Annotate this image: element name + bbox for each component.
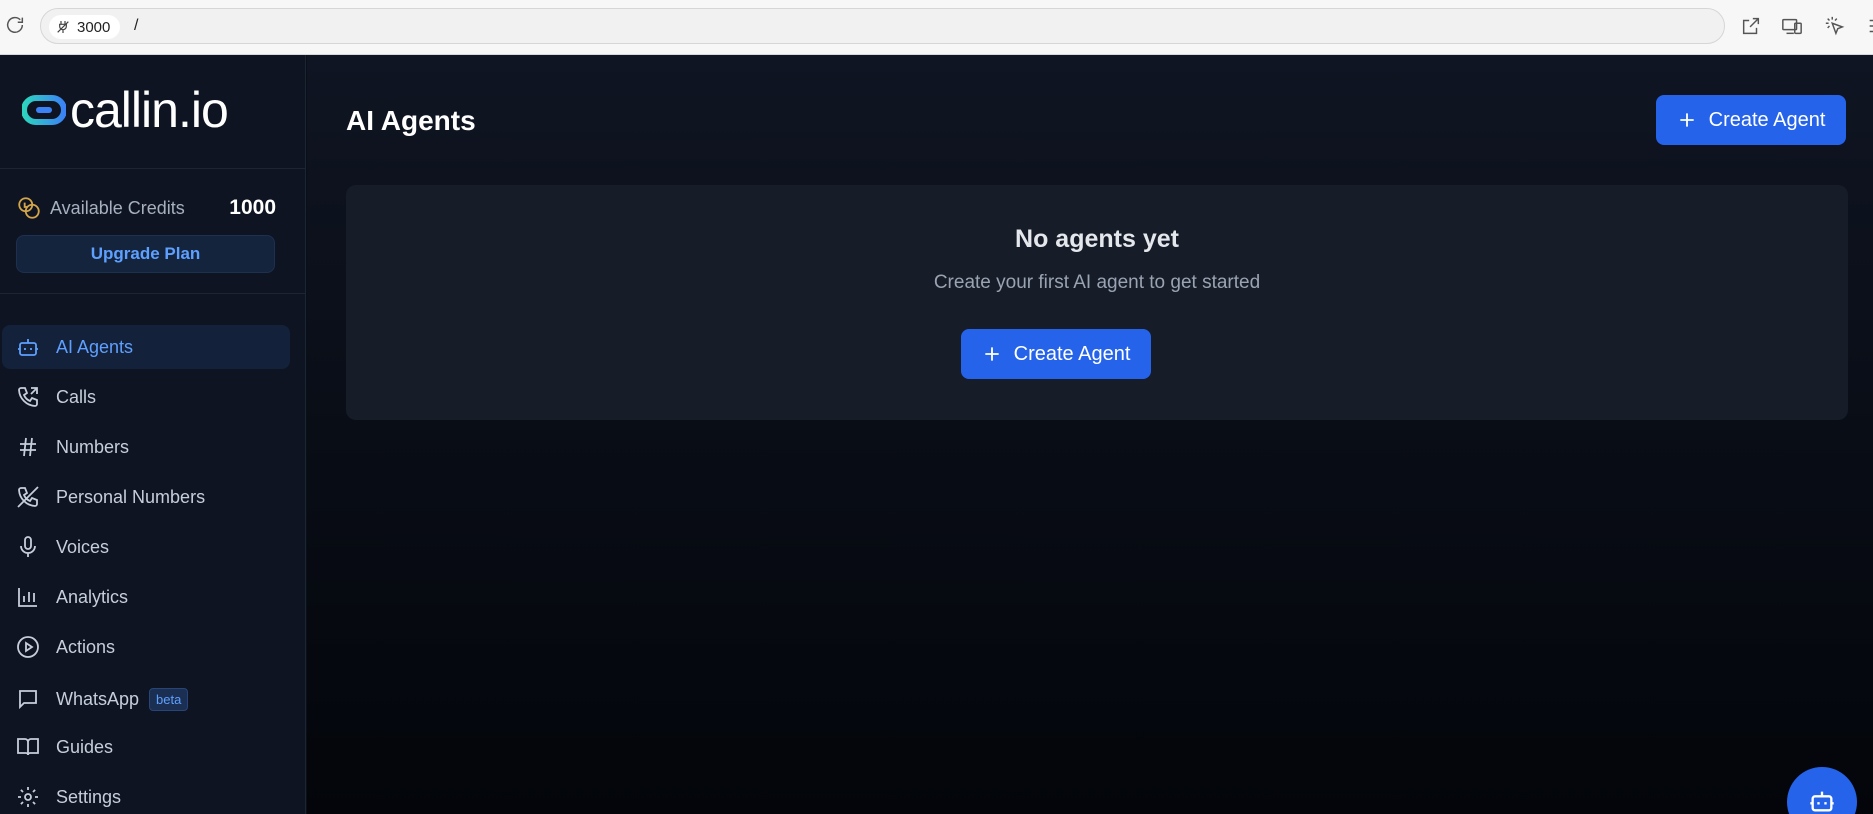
page-title: AI Agents: [346, 105, 476, 136]
sidebar-item-settings[interactable]: Settings: [2, 775, 290, 814]
credits-label: Available Credits: [50, 197, 185, 218]
message-square-icon: [19, 690, 37, 710]
hash-icon: [20, 437, 36, 457]
sidebar: callin.io Available Credits 1000 Upgrade…: [0, 55, 306, 814]
gear-icon: [18, 787, 38, 807]
sidebar-item-analytics[interactable]: Analytics: [2, 575, 290, 619]
callin-logo-icon: [22, 95, 66, 125]
plus-icon: [984, 347, 999, 361]
sidebar-item-label: Analytics: [56, 586, 129, 607]
sidebar-item-label: Voices: [56, 536, 110, 557]
divider: [0, 293, 306, 294]
bot-icon: [18, 339, 38, 356]
sidebar-item-whatsapp[interactable]: WhatsApp beta: [2, 677, 290, 721]
book-open-icon: [17, 738, 39, 756]
sidebar-item-personal-numbers[interactable]: Personal Numbers: [2, 475, 290, 519]
sidebar-item-label: AI Agents: [56, 336, 134, 357]
sidebar-item-guides[interactable]: Guides: [2, 725, 290, 769]
credits-value: 1000: [229, 196, 276, 219]
main-content: AI Agents Create Agent No agents yet Cre…: [307, 55, 1873, 814]
menu-overflow-icon[interactable]: [1866, 15, 1873, 37]
beta-badge: beta: [149, 687, 189, 711]
create-agent-button[interactable]: Create Agent: [1656, 95, 1846, 145]
open-external-icon[interactable]: [1740, 15, 1762, 37]
port-chip[interactable]: 3000: [49, 15, 121, 39]
sidebar-item-label: Personal Numbers: [56, 486, 206, 507]
reload-icon[interactable]: [4, 14, 26, 36]
empty-state-card: No agents yet Create your first AI agent…: [346, 185, 1848, 420]
sidebar-item-label: Guides: [56, 736, 114, 757]
sidebar-item-calls[interactable]: Calls: [2, 375, 290, 419]
sidebar-item-numbers[interactable]: Numbers: [2, 425, 290, 469]
empty-state-title: No agents yet: [1015, 225, 1179, 253]
inspect-cursor-icon[interactable]: [1824, 15, 1846, 37]
sidebar-item-label: Settings: [56, 786, 122, 807]
port-label: 3000: [77, 18, 111, 36]
phone-call-icon: [18, 387, 38, 407]
sidebar-item-actions[interactable]: Actions: [2, 625, 290, 669]
create-agent-label: Create Agent: [1708, 108, 1826, 131]
bot-icon: [1810, 791, 1834, 812]
address-bar[interactable]: 3000 /: [40, 8, 1725, 44]
browser-toolbar: 3000 /: [0, 0, 1873, 55]
sidebar-item-label: Calls: [56, 386, 97, 407]
plus-icon: [1679, 113, 1694, 127]
bar-chart-icon: [18, 588, 37, 607]
divider: [0, 168, 306, 169]
create-first-agent-button[interactable]: Create Agent: [961, 329, 1151, 379]
coins-icon: [18, 197, 40, 219]
logo-text: callin.io: [70, 82, 229, 138]
sidebar-item-label: Actions: [56, 636, 116, 657]
sidebar-item-label: Numbers: [56, 436, 130, 457]
sidebar-item-voices[interactable]: Voices: [2, 525, 290, 569]
phone-off-icon: [17, 486, 39, 508]
logo[interactable]: callin.io: [22, 82, 229, 138]
device-toolbar-icon[interactable]: [1781, 15, 1803, 37]
create-agent-label: Create Agent: [1013, 342, 1131, 365]
sidebar-item-ai-agents[interactable]: AI Agents: [2, 325, 290, 369]
credits-row: Available Credits 1000: [16, 193, 276, 223]
sidebar-item-label: WhatsApp: [56, 688, 140, 709]
plug-icon: [57, 21, 69, 33]
empty-state-subtitle: Create your first AI agent to get starte…: [933, 272, 1261, 293]
play-circle-icon: [17, 636, 39, 658]
upgrade-plan-button[interactable]: Upgrade Plan: [16, 235, 275, 273]
url-path: /: [134, 17, 139, 34]
microphone-icon: [20, 536, 36, 557]
